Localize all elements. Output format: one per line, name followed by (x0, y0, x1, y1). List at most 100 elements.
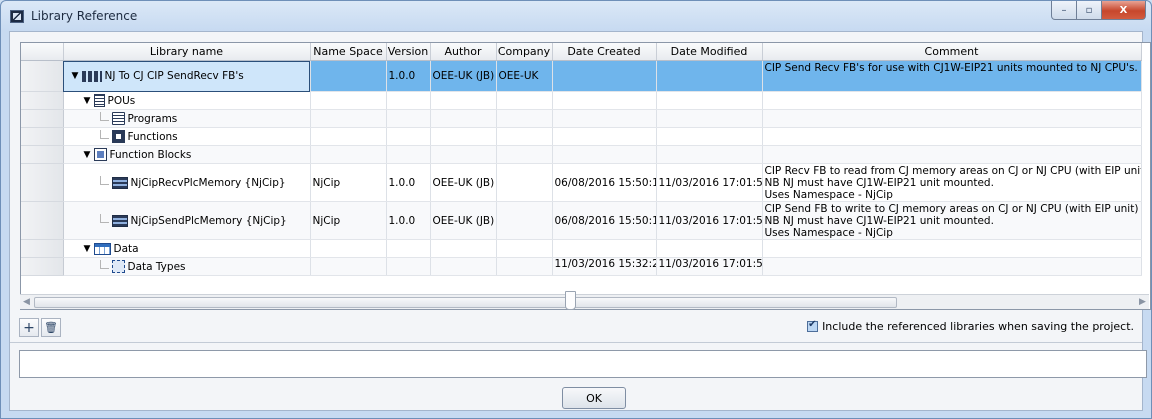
scroll-right-icon[interactable]: ▶ (1136, 296, 1149, 308)
column-header-library-name[interactable]: Library name (63, 43, 311, 61)
version-cell[interactable] (386, 145, 431, 164)
version-cell[interactable]: 1.0.0 (386, 163, 431, 202)
author-cell[interactable]: OEE-UK (JB) (430, 163, 497, 202)
library-name-cell[interactable]: Data Types (63, 257, 311, 276)
author-cell[interactable] (430, 91, 497, 110)
table-row[interactable]: ▼ Data (21, 239, 1142, 258)
title-bar[interactable]: Library Reference – ▫ X (1, 1, 1151, 31)
comment-cell[interactable] (762, 239, 1142, 258)
expand-toggle-icon[interactable]: ▼ (84, 150, 92, 160)
row-header-cell[interactable] (21, 163, 64, 202)
table-row[interactable]: ▼ POUs (21, 91, 1142, 110)
table-row[interactable]: NjCipRecvPlcMemory {NjCip} NjCip 1.0.0 OEE-… (21, 163, 1142, 202)
author-cell[interactable] (430, 257, 497, 276)
company-cell[interactable] (496, 239, 553, 258)
table-row[interactable]: ▼ NJ To CJ CIP SendRecv FB's 1.0.0 OEE-UK (… (21, 60, 1142, 92)
date-modified-cell[interactable] (656, 91, 763, 110)
date-created-cell[interactable]: 11/03/2016 15:32:24 (552, 257, 657, 276)
name-space-cell[interactable] (310, 127, 387, 146)
library-name-cell[interactable]: Programs (63, 109, 311, 128)
company-cell[interactable] (496, 91, 553, 110)
row-header-cell[interactable] (21, 239, 64, 258)
row-header-cell[interactable] (21, 201, 64, 240)
date-created-cell[interactable] (552, 239, 657, 258)
comment-cell[interactable] (762, 109, 1142, 128)
date-modified-cell[interactable]: 11/03/2016 17:01:57 (656, 163, 763, 202)
name-space-cell[interactable] (310, 109, 387, 128)
company-cell[interactable] (496, 163, 553, 202)
row-header-cell[interactable] (21, 91, 64, 110)
date-modified-cell[interactable]: 11/03/2016 17:01:57 (656, 201, 763, 240)
row-header-column[interactable] (21, 43, 64, 61)
include-referenced-libraries-checkbox[interactable]: Include the referenced libraries when sa… (807, 319, 1134, 333)
library-name-cell[interactable]: NjCipSendPlcMemory {NjCip} (63, 201, 311, 240)
date-created-cell[interactable] (552, 60, 657, 92)
library-name-cell[interactable]: ▼ POUs (63, 91, 311, 110)
version-cell[interactable] (386, 127, 431, 146)
column-header-date-modified[interactable]: Date Modified (656, 43, 763, 61)
date-modified-cell[interactable] (656, 60, 763, 92)
company-cell[interactable] (496, 109, 553, 128)
author-cell[interactable]: OEE-UK (JB) (430, 201, 497, 240)
version-cell[interactable] (386, 91, 431, 110)
scroll-left-icon[interactable]: ◀ (20, 296, 33, 308)
company-cell[interactable] (496, 201, 553, 240)
date-created-cell[interactable] (552, 91, 657, 110)
close-button[interactable]: X (1102, 1, 1146, 20)
table-row[interactable]: Data Types 11/03/2016 15:32:24 11/03/2016 … (21, 257, 1142, 276)
add-button[interactable]: + (19, 318, 39, 337)
row-header-cell[interactable] (21, 127, 64, 146)
date-created-cell[interactable]: 06/08/2016 15:50:14 (552, 201, 657, 240)
table-row[interactable]: NjCipSendPlcMemory {NjCip} NjCip 1.0.0 OEE-… (21, 201, 1142, 240)
version-cell[interactable]: 1.0.0 (386, 60, 431, 92)
company-cell[interactable]: OEE-UK (496, 60, 553, 92)
row-header-cell[interactable] (21, 145, 64, 164)
name-space-cell[interactable] (310, 91, 387, 110)
column-header-author[interactable]: Author (430, 43, 497, 61)
scroll-slider-handle[interactable] (565, 291, 576, 310)
name-space-cell[interactable] (310, 145, 387, 164)
row-header-cell[interactable] (21, 257, 64, 276)
company-cell[interactable] (496, 145, 553, 164)
date-modified-cell[interactable]: 11/03/2016 17:01:57 (656, 257, 763, 276)
date-modified-cell[interactable] (656, 145, 763, 164)
horizontal-scrollbar[interactable]: ◀ ▶ (20, 291, 1149, 310)
date-created-cell[interactable] (552, 145, 657, 164)
column-header-company[interactable]: Company (496, 43, 553, 61)
comment-cell[interactable]: CIP Recv FB to read from CJ memory areas… (762, 163, 1142, 202)
column-header-version[interactable]: Version (386, 43, 431, 61)
maximize-button[interactable]: ▫ (1077, 1, 1102, 20)
delete-button[interactable]: 🗑 (41, 318, 61, 337)
author-cell[interactable] (430, 127, 497, 146)
comment-cell[interactable] (762, 127, 1142, 146)
author-cell[interactable] (430, 145, 497, 164)
row-header-cell[interactable] (21, 109, 64, 128)
comment-cell[interactable]: CIP Send Recv FB's for use with CJ1W-EIP… (762, 60, 1142, 92)
expand-toggle-icon[interactable]: ▼ (72, 71, 80, 81)
library-name-cell[interactable]: ▼ NJ To CJ CIP SendRecv FB's (63, 60, 311, 92)
column-header-name-space[interactable]: Name Space (310, 43, 387, 61)
library-name-cell[interactable]: ▼ Data (63, 239, 311, 258)
name-space-cell[interactable] (310, 239, 387, 258)
row-header-cell[interactable] (21, 60, 64, 92)
date-modified-cell[interactable] (656, 239, 763, 258)
scroll-thumb[interactable] (34, 297, 897, 308)
comment-cell[interactable] (762, 145, 1142, 164)
expand-toggle-icon[interactable]: ▼ (84, 244, 92, 254)
library-name-cell[interactable]: Functions (63, 127, 311, 146)
ok-button[interactable]: OK (562, 387, 626, 409)
company-cell[interactable] (496, 127, 553, 146)
column-header-comment[interactable]: Comment (762, 43, 1142, 61)
date-modified-cell[interactable] (656, 109, 763, 128)
table-row[interactable]: Functions (21, 127, 1142, 146)
version-cell[interactable]: 1.0.0 (386, 201, 431, 240)
author-cell[interactable] (430, 239, 497, 258)
comment-cell[interactable] (762, 91, 1142, 110)
table-row[interactable]: Programs (21, 109, 1142, 128)
date-created-cell[interactable] (552, 127, 657, 146)
company-cell[interactable] (496, 257, 553, 276)
date-created-cell[interactable] (552, 109, 657, 128)
column-header-date-created[interactable]: Date Created (552, 43, 657, 61)
comment-cell[interactable] (762, 257, 1142, 276)
date-created-cell[interactable]: 06/08/2016 15:50:14 (552, 163, 657, 202)
